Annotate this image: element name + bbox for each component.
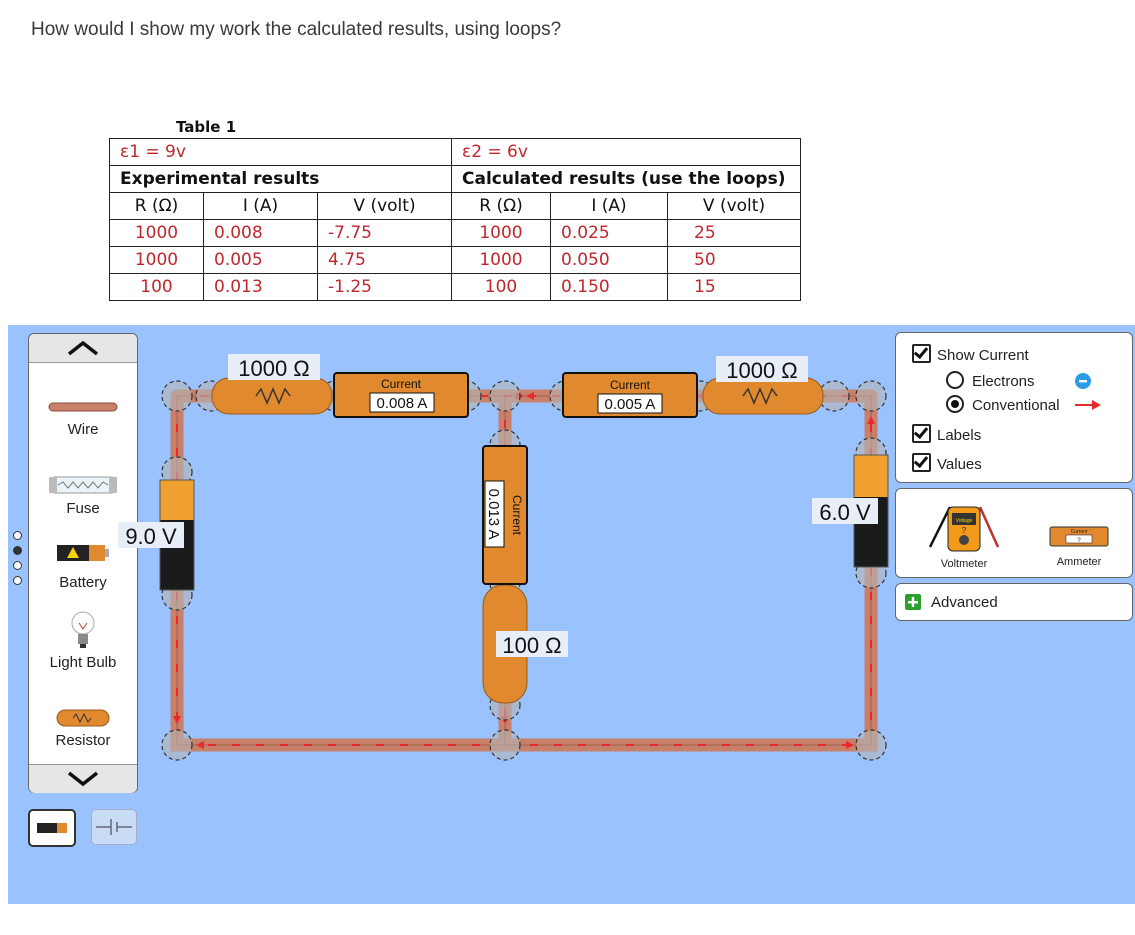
electrons-radio[interactable]: Electrons (946, 371, 1091, 390)
battery-left-label: 9.0 V (125, 524, 177, 549)
junction[interactable] (489, 729, 521, 761)
resistor-left-label: 1000 Ω (238, 356, 310, 381)
meters-panel: Voltage ? Voltmeter Current ? Ammeter (895, 488, 1133, 578)
junction[interactable] (489, 380, 521, 412)
conventional-label: Conventional (972, 397, 1060, 414)
electrons-label: Electrons (972, 373, 1035, 390)
radio-icon (946, 371, 964, 389)
values-checkbox[interactable]: Values (912, 453, 982, 473)
conventional-arrow-icon (1075, 400, 1101, 410)
ammeter-tool[interactable]: Current ? Ammeter (1046, 525, 1112, 568)
junction[interactable] (161, 729, 193, 761)
ammeter-left-title: Current (381, 377, 422, 391)
radio-selected-icon (946, 395, 964, 413)
voltmeter-tool[interactable]: Voltage ? Voltmeter (920, 497, 1008, 570)
checkbox-checked-icon (912, 424, 931, 443)
resistor-middle-label: 100 Ω (502, 633, 561, 658)
advanced-toggle[interactable]: Advanced (905, 594, 998, 611)
resistor-right-label: 1000 Ω (726, 358, 798, 383)
values-label: Values (937, 456, 982, 473)
resistor-right[interactable] (702, 377, 824, 415)
advanced-label: Advanced (931, 594, 998, 611)
battery-right-label: 6.0 V (819, 500, 871, 525)
voltmeter-reading: ? (962, 526, 967, 535)
ammeter-middle-title: Current (510, 495, 524, 536)
show-current-checkbox[interactable]: Show Current (912, 344, 1029, 364)
checkbox-checked-icon (912, 453, 931, 472)
conventional-radio[interactable]: Conventional (946, 395, 1101, 414)
ammeter-icon: Current ? (1049, 526, 1109, 547)
advanced-panel[interactable]: Advanced (895, 583, 1133, 621)
voltmeter-label: Voltmeter (940, 558, 988, 570)
plus-icon (905, 594, 921, 610)
labels-label: Labels (937, 427, 982, 444)
checkbox-checked-icon (912, 344, 931, 363)
junction[interactable] (855, 729, 887, 761)
show-current-label: Show Current (937, 347, 1029, 364)
ammeter-right-title: Current (610, 378, 651, 392)
voltmeter-face-label: Voltage (956, 518, 973, 524)
ammeter-label: Ammeter (1056, 556, 1102, 568)
resistor-left[interactable] (211, 377, 333, 415)
ammeter-left-value: 0.008 A (377, 395, 428, 412)
ammeter-right-value: 0.005 A (605, 396, 656, 413)
display-options-panel: Show Current Electrons Conventional Labe… (895, 332, 1133, 483)
electron-icon (1075, 373, 1091, 389)
labels-checkbox[interactable]: Labels (912, 424, 981, 444)
ammeter-face-label: Current (1071, 529, 1088, 535)
ammeter-middle-value: 0.013 A (485, 489, 502, 540)
voltmeter-icon: Voltage ? (928, 506, 1000, 552)
junction[interactable] (855, 380, 887, 412)
junction[interactable] (161, 380, 193, 412)
